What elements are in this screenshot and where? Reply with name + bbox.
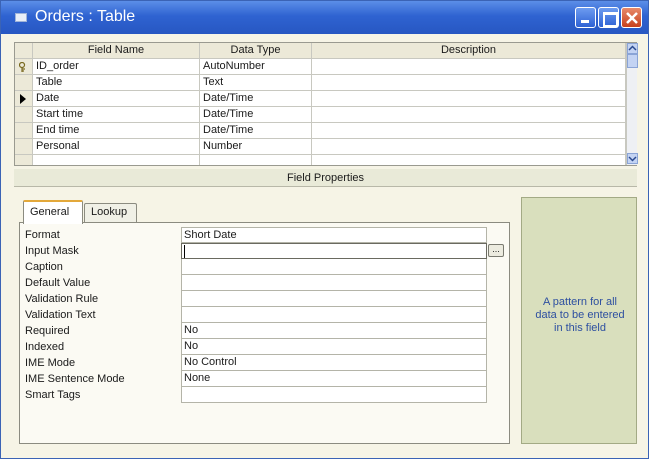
property-row-validation-text: Validation Text	[20, 307, 509, 323]
table-icon	[15, 13, 27, 22]
description-cell[interactable]	[312, 107, 626, 122]
title-bar[interactable]: Orders : Table	[1, 1, 648, 34]
data-type-cell[interactable]	[200, 155, 312, 165]
property-value-indexed[interactable]: No	[181, 339, 487, 355]
property-value-caption[interactable]	[181, 259, 487, 275]
table-design-window: Orders : Table Field Name Data Type Desc…	[0, 0, 649, 459]
data-type-cell[interactable]: AutoNumber	[200, 59, 312, 74]
description-cell[interactable]	[312, 123, 626, 138]
data-type-cell[interactable]: Text	[200, 75, 312, 90]
field-row[interactable]: Date Date/Time	[15, 91, 626, 107]
description-cell[interactable]	[312, 75, 626, 90]
property-label: Validation Text	[25, 309, 96, 321]
description-cell[interactable]	[312, 59, 626, 74]
property-row-validation-rule: Validation Rule	[20, 291, 509, 307]
row-selector[interactable]	[15, 107, 33, 122]
scroll-down-button[interactable]	[627, 153, 638, 164]
row-selector[interactable]	[15, 155, 33, 165]
selector-header	[15, 43, 33, 58]
property-row-ime-mode: IME Mode No Control	[20, 355, 509, 371]
property-label: Required	[25, 325, 70, 337]
property-value-input-mask[interactable]	[181, 243, 487, 259]
property-row-smart-tags: Smart Tags	[20, 387, 509, 403]
tab-lookup[interactable]: Lookup	[84, 203, 137, 222]
field-row[interactable]: End time Date/Time	[15, 123, 626, 139]
field-row[interactable]: Start time Date/Time	[15, 107, 626, 123]
maximize-button[interactable]	[598, 7, 619, 28]
property-label: Smart Tags	[25, 389, 81, 401]
property-label: Input Mask	[25, 245, 79, 257]
field-grid: Field Name Data Type Description ID_orde…	[14, 42, 638, 166]
chevron-up-icon	[628, 45, 637, 51]
build-button[interactable]: ...	[488, 244, 504, 257]
property-label: Caption	[25, 261, 63, 273]
field-row[interactable]: ID_order AutoNumber	[15, 59, 626, 75]
property-row-ime-sentence-mode: IME Sentence Mode None	[20, 371, 509, 387]
property-label: IME Sentence Mode	[25, 373, 125, 385]
record-selector-arrow-icon	[20, 94, 26, 104]
field-name-cell[interactable]: ID_order	[33, 59, 200, 74]
property-label: Validation Rule	[25, 293, 99, 305]
field-name-cell[interactable]: Personal	[33, 139, 200, 154]
field-name-cell[interactable]: Date	[33, 91, 200, 106]
property-value-ime-sentence-mode[interactable]: None	[181, 371, 487, 387]
field-name-cell[interactable]	[33, 155, 200, 165]
property-value-validation-rule[interactable]	[181, 291, 487, 307]
row-selector[interactable]	[15, 123, 33, 138]
property-row-format: Format Short Date	[20, 227, 509, 243]
minimize-button[interactable]	[575, 7, 596, 28]
data-type-cell[interactable]: Date/Time	[200, 91, 312, 106]
description-cell[interactable]	[312, 139, 626, 154]
description-cell[interactable]	[312, 155, 626, 165]
property-row-required: Required No	[20, 323, 509, 339]
row-selector[interactable]	[15, 91, 33, 106]
row-selector[interactable]	[15, 139, 33, 154]
property-label: Indexed	[25, 341, 65, 353]
scroll-up-button[interactable]	[627, 43, 638, 54]
window-title: Orders : Table	[35, 8, 136, 25]
property-row-input-mask: Input Mask ...	[20, 243, 509, 259]
field-name-header: Field Name	[33, 43, 200, 58]
field-properties-label: Field Properties	[14, 169, 637, 187]
grid-header-row: Field Name Data Type Description	[15, 43, 626, 59]
help-text: A pattern for all data to be entered in …	[535, 296, 625, 334]
data-type-header: Data Type	[200, 43, 312, 58]
key-icon	[19, 62, 26, 72]
property-label: Format	[25, 229, 60, 241]
property-value-format[interactable]: Short Date	[181, 227, 487, 243]
property-value-ime-mode[interactable]: No Control	[181, 355, 487, 371]
text-cursor	[184, 244, 185, 258]
description-header: Description	[312, 43, 626, 58]
property-value-validation-text[interactable]	[181, 307, 487, 323]
scroll-thumb[interactable]	[627, 54, 638, 68]
general-properties-panel: Format Short Date Input Mask ... Caption…	[19, 222, 510, 444]
field-row[interactable]: Personal Number	[15, 139, 626, 155]
new-field-row[interactable]	[15, 155, 626, 165]
property-row-indexed: Indexed No	[20, 339, 509, 355]
property-value-default-value[interactable]	[181, 275, 487, 291]
property-value-required[interactable]: No	[181, 323, 487, 339]
vertical-scrollbar[interactable]	[626, 43, 638, 165]
data-type-cell[interactable]: Date/Time	[200, 123, 312, 138]
row-selector[interactable]	[15, 75, 33, 90]
data-type-cell[interactable]: Date/Time	[200, 107, 312, 122]
description-cell[interactable]	[312, 91, 626, 106]
property-row-default-value: Default Value	[20, 275, 509, 291]
close-icon	[626, 12, 638, 24]
field-name-cell[interactable]: Start time	[33, 107, 200, 122]
chevron-down-icon	[628, 156, 637, 162]
tab-general[interactable]: General	[23, 200, 83, 224]
property-help-panel: A pattern for all data to be entered in …	[521, 197, 637, 444]
field-name-cell[interactable]: Table	[33, 75, 200, 90]
property-label: IME Mode	[25, 357, 76, 369]
property-value-smart-tags[interactable]	[181, 387, 487, 403]
data-type-cell[interactable]: Number	[200, 139, 312, 154]
field-row[interactable]: Table Text	[15, 75, 626, 91]
row-selector[interactable]	[15, 59, 33, 74]
property-label: Default Value	[25, 277, 91, 289]
close-button[interactable]	[621, 7, 642, 28]
field-name-cell[interactable]: End time	[33, 123, 200, 138]
property-row-caption: Caption	[20, 259, 509, 275]
